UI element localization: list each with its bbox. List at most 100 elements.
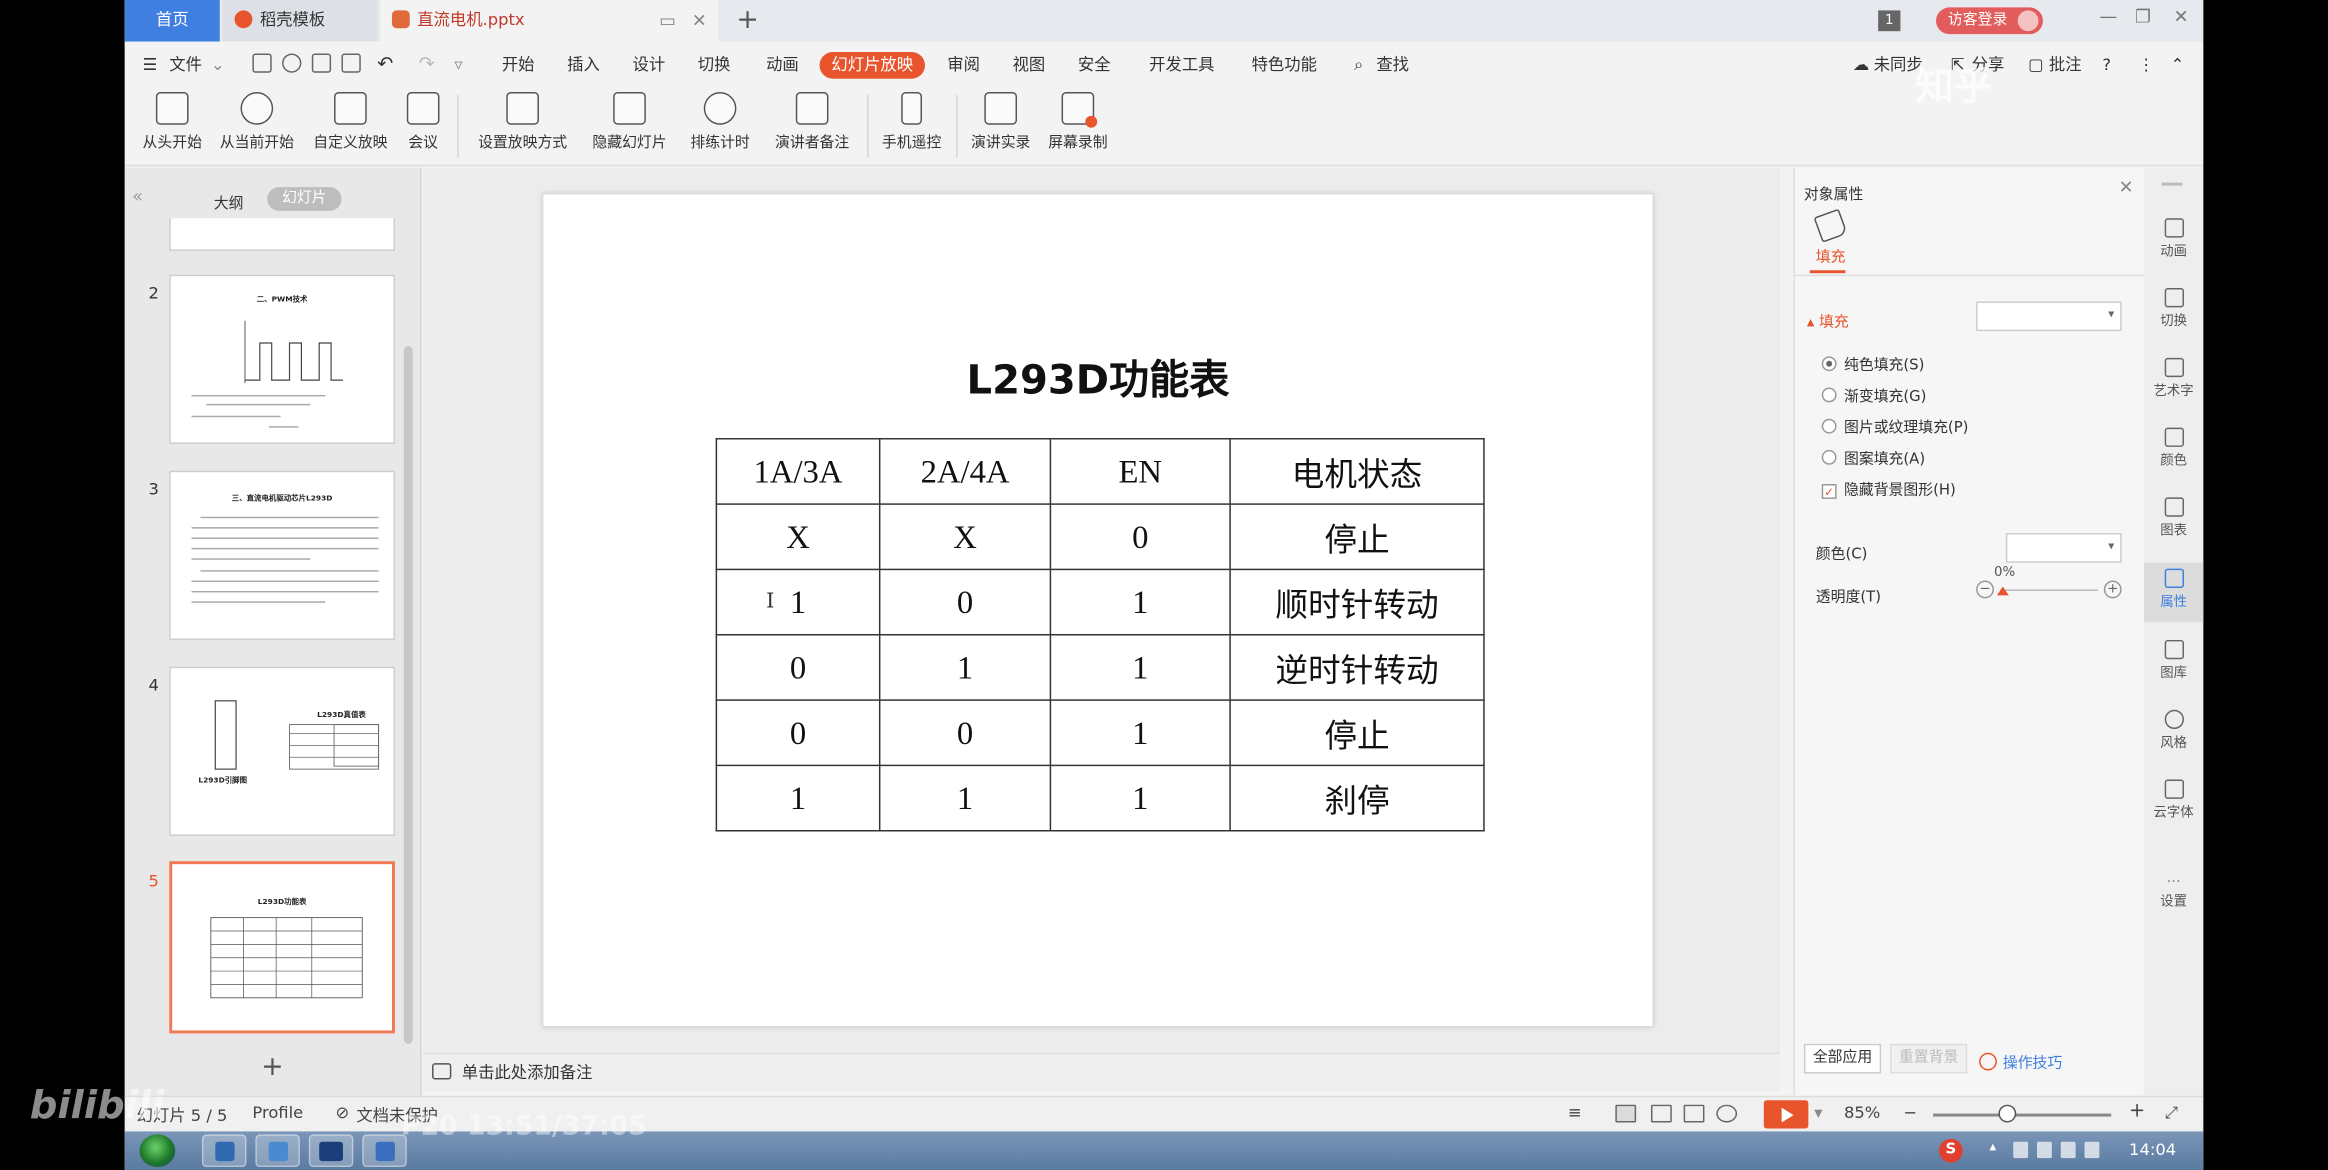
- option-gradient-fill[interactable]: 渐变填充(G): [1821, 383, 1926, 405]
- table-header-cell[interactable]: 2A/4A: [878, 438, 1052, 505]
- tray-sogou-icon[interactable]: S: [1939, 1138, 1963, 1163]
- play-options-chevron-icon[interactable]: ▾: [1814, 1103, 1822, 1122]
- menu-security[interactable]: 安全: [1078, 42, 1111, 87]
- collapse-panel-icon[interactable]: «: [132, 186, 143, 207]
- checkbox-checked[interactable]: ✓: [1821, 484, 1837, 499]
- table-cell[interactable]: 0: [878, 699, 1052, 767]
- tray-signal-icon[interactable]: [2037, 1141, 2052, 1159]
- customize-quickbar-icon[interactable]: ▿: [454, 42, 462, 87]
- transparency-slider-handle[interactable]: [1996, 586, 2009, 596]
- tab-fill[interactable]: 填充: [1810, 208, 1852, 266]
- speech-record-button[interactable]: 演讲实录: [965, 92, 1036, 151]
- custom-show-button[interactable]: 自定义放映: [309, 92, 392, 151]
- guest-login-button[interactable]: 访客登录: [1936, 7, 2043, 35]
- reading-view-icon[interactable]: [1683, 1104, 1705, 1123]
- taskbar-app-1[interactable]: [201, 1134, 247, 1168]
- fill-section-header[interactable]: ▴ 填充: [1807, 309, 1849, 331]
- menu-search[interactable]: 查找: [1376, 42, 1409, 87]
- file-dropdown-chevron-icon[interactable]: ⌄: [211, 42, 225, 87]
- color-select[interactable]: ▾: [2005, 533, 2122, 563]
- export-pdf-icon[interactable]: [282, 53, 302, 73]
- option-picture-fill[interactable]: 图片或纹理填充(P): [1821, 414, 1968, 437]
- profile-label[interactable]: Profile: [252, 1103, 303, 1122]
- hamburger-icon[interactable]: ☰: [143, 42, 158, 87]
- table-header-cell[interactable]: 电机状态: [1229, 438, 1485, 505]
- windows-start-icon[interactable]: [139, 1134, 176, 1168]
- tray-power-icon[interactable]: [2084, 1141, 2100, 1159]
- presenter-view-icon[interactable]: [1716, 1104, 1738, 1123]
- play-slideshow-button[interactable]: [1763, 1100, 1809, 1129]
- print-icon[interactable]: [311, 53, 332, 73]
- table-cell[interactable]: 0: [1049, 503, 1231, 571]
- thumbnail-scrollbar[interactable]: [403, 345, 413, 1044]
- table-cell[interactable]: X: [715, 503, 881, 571]
- slide-thumbnail-4[interactable]: L293D真值表 L293D引脚图: [169, 666, 395, 836]
- zoom-in-icon[interactable]: +: [2129, 1100, 2145, 1122]
- window-count-badge[interactable]: 1: [1878, 10, 1901, 32]
- properties-title[interactable]: 对象属性: [1804, 181, 1863, 203]
- tab-close-icon[interactable]: ✕: [692, 0, 707, 42]
- slide-thumbnail-5-selected[interactable]: L293D功能表: [169, 861, 395, 1034]
- rehearse-timings-button[interactable]: 排练计时: [680, 92, 760, 151]
- save-icon[interactable]: [252, 53, 272, 73]
- menu-slideshow[interactable]: 幻灯片放映: [819, 51, 925, 79]
- sidebar-item-animation[interactable]: 动画: [2144, 218, 2203, 260]
- comment-icon[interactable]: ▢: [2028, 42, 2043, 87]
- sidebar-item-cloud-font[interactable]: 云字体: [2144, 779, 2203, 821]
- play-from-start-button[interactable]: 从头开始: [137, 92, 208, 151]
- menu-features[interactable]: 特色功能: [1252, 42, 1317, 87]
- sidebar-item-wordart[interactable]: 艺术字: [2144, 357, 2203, 399]
- slide-canvas[interactable]: L293D功能表 1A/3A 2A/4A EN 电机状态 X X 0 停止 1 …: [541, 193, 1654, 1028]
- more-icon[interactable]: ⋮: [2138, 42, 2154, 87]
- table-cell[interactable]: 逆时针转动: [1229, 634, 1485, 701]
- table-cell[interactable]: 顺时针转动: [1229, 568, 1485, 636]
- screen-record-button[interactable]: 屏幕录制: [1042, 92, 1113, 151]
- table-cell[interactable]: 1: [715, 568, 881, 636]
- menu-start[interactable]: 开始: [502, 42, 535, 87]
- sidebar-item-style[interactable]: 风格: [2144, 709, 2203, 751]
- table-cell[interactable]: 1: [715, 764, 881, 832]
- sidebar-item-gallery[interactable]: 图库: [2144, 639, 2203, 682]
- sidebar-handle[interactable]: [2161, 182, 2183, 186]
- table-cell[interactable]: 1: [878, 634, 1052, 701]
- search-icon[interactable]: ⌕: [1354, 42, 1363, 87]
- notes-bar[interactable]: 单击此处添加备注: [423, 1052, 1781, 1092]
- sidebar-item-color[interactable]: 颜色: [2144, 427, 2203, 469]
- hide-background-checkbox[interactable]: ✓ 隐藏背景图形(H): [1821, 477, 1956, 499]
- taskbar-clock[interactable]: 14:04: [2129, 1140, 2176, 1159]
- table-cell[interactable]: 0: [878, 568, 1052, 636]
- fill-color-select[interactable]: ▾: [1976, 301, 2122, 332]
- table-header-cell[interactable]: 1A/3A: [715, 438, 881, 505]
- menu-developer[interactable]: 开发工具: [1149, 42, 1214, 87]
- notes-toggle-icon[interactable]: ≡: [1568, 1103, 1582, 1122]
- play-from-current-button[interactable]: 从当前开始: [214, 92, 300, 151]
- transparency-minus-button[interactable]: −: [1976, 580, 1994, 599]
- transparency-slider[interactable]: [1999, 589, 2098, 591]
- table-cell[interactable]: 停止: [1229, 699, 1485, 767]
- window-close-icon[interactable]: ✕: [2174, 6, 2189, 27]
- menu-review[interactable]: 审阅: [947, 42, 980, 87]
- table-cell[interactable]: 1: [1049, 634, 1231, 701]
- menu-insert[interactable]: 插入: [567, 42, 600, 87]
- undo-icon[interactable]: ↶: [377, 42, 393, 87]
- sidebar-item-transition[interactable]: 切换: [2144, 288, 2203, 330]
- reset-background-button[interactable]: 重置背景: [1890, 1043, 1968, 1074]
- slide-thumbnail-3[interactable]: 三、直流电机驱动芯片L293D: [169, 470, 395, 640]
- comment-button[interactable]: 批注: [2049, 42, 2082, 87]
- apply-all-button[interactable]: 全部应用: [1803, 1043, 1882, 1074]
- phone-remote-button[interactable]: 手机遥控: [876, 92, 947, 151]
- help-icon[interactable]: ?: [2102, 42, 2111, 87]
- slide-title[interactable]: L293D功能表: [543, 347, 1652, 405]
- meeting-button[interactable]: 会议: [401, 92, 446, 151]
- tab-window-icon[interactable]: ▭: [659, 0, 676, 42]
- menu-view[interactable]: 视图: [1013, 42, 1046, 87]
- print-preview-icon[interactable]: [341, 53, 361, 73]
- sidebar-item-settings[interactable]: ··· 设置: [2144, 875, 2203, 911]
- radio[interactable]: [1821, 387, 1837, 403]
- menu-design[interactable]: 设计: [632, 42, 665, 87]
- collapse-ribbon-icon[interactable]: ⌃: [2171, 42, 2185, 87]
- table-cell[interactable]: 停止: [1229, 503, 1485, 571]
- sidebar-item-chart[interactable]: 图表: [2144, 497, 2203, 539]
- normal-view-icon[interactable]: [1615, 1104, 1637, 1123]
- hide-slide-button[interactable]: 隐藏幻灯片: [588, 92, 671, 151]
